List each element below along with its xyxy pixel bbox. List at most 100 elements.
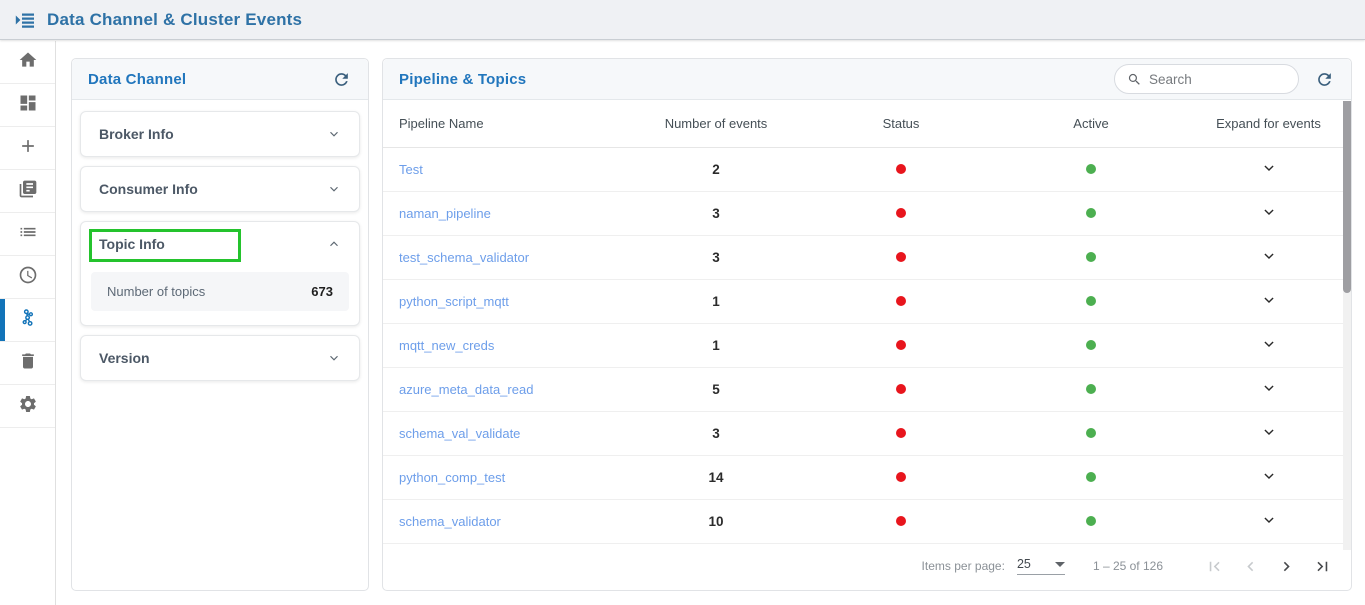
active-dot-green [1086, 428, 1096, 438]
expand-row-button[interactable] [1260, 203, 1278, 221]
column-header-active: Active [996, 116, 1186, 131]
search-area [1114, 64, 1335, 94]
expand-cell [1186, 291, 1351, 312]
status-dot-red [896, 164, 906, 174]
pipeline-name-link[interactable]: azure_meta_data_read [383, 382, 626, 397]
expand-row-button[interactable] [1260, 335, 1278, 353]
menu-indent-icon[interactable] [13, 8, 37, 32]
pipeline-name-link[interactable]: Test [383, 162, 626, 177]
events-count: 3 [626, 206, 806, 221]
chevron-down-icon [1262, 469, 1276, 483]
accordion-topic-info: Topic Info Number of topics 673 [80, 221, 360, 326]
chevron-down-icon [1262, 205, 1276, 219]
pipeline-name-link[interactable]: python_comp_test [383, 470, 626, 485]
library-icon [18, 179, 38, 204]
accordion-body-topic-info: Number of topics 673 [81, 266, 359, 325]
search-input[interactable] [1149, 72, 1286, 87]
chevron-left-icon [1241, 557, 1260, 576]
expand-row-button[interactable] [1260, 291, 1278, 309]
status-dot-red [896, 516, 906, 526]
active-dot-green [1086, 472, 1096, 482]
sidebar-item-history[interactable] [0, 256, 55, 299]
active-cell [996, 161, 1186, 179]
previous-page-button[interactable] [1235, 551, 1265, 581]
active-cell [996, 293, 1186, 311]
last-page-button[interactable] [1307, 551, 1337, 581]
accordion-list: Broker Info Consumer Info Topic Info [72, 100, 368, 381]
status-cell [806, 205, 996, 223]
column-header-expand: Expand for events [1186, 116, 1351, 131]
pipeline-name-link[interactable]: mqtt_new_creds [383, 338, 626, 353]
table-row: python_comp_test 14 [383, 456, 1351, 500]
expand-row-button[interactable] [1260, 423, 1278, 441]
status-cell [806, 293, 996, 311]
pipeline-panel-title: Pipeline & Topics [399, 71, 526, 88]
expand-row-button[interactable] [1260, 379, 1278, 397]
sidebar-item-home[interactable] [0, 41, 55, 84]
expand-cell [1186, 203, 1351, 224]
sidebar-item-settings[interactable] [0, 385, 55, 428]
refresh-icon[interactable] [1313, 68, 1335, 90]
pipeline-name-link[interactable]: schema_val_validate [383, 426, 626, 441]
table-row: azure_meta_data_read 5 [383, 368, 1351, 412]
active-cell [996, 425, 1186, 443]
search-icon [1127, 72, 1142, 87]
page-title: Data Channel & Cluster Events [47, 10, 302, 30]
next-page-button[interactable] [1271, 551, 1301, 581]
chevron-down-icon [327, 182, 341, 196]
active-cell [996, 513, 1186, 531]
sidebar-item-data-channel[interactable] [0, 299, 55, 342]
icon-rail [0, 41, 56, 605]
status-dot-red [896, 472, 906, 482]
scrollbar-thumb[interactable] [1343, 101, 1351, 293]
expand-cell [1186, 159, 1351, 180]
accordion-label: Consumer Info [99, 181, 198, 197]
expand-row-button[interactable] [1260, 511, 1278, 529]
column-header-status: Status [806, 116, 996, 131]
sidebar-item-add[interactable] [0, 127, 55, 170]
sidebar-item-dashboard[interactable] [0, 84, 55, 127]
sidebar-item-library[interactable] [0, 170, 55, 213]
search-box[interactable] [1114, 64, 1299, 94]
refresh-icon[interactable] [330, 68, 352, 90]
pipeline-name-link[interactable]: naman_pipeline [383, 206, 626, 221]
accordion-header-version[interactable]: Version [81, 336, 359, 380]
items-per-page-value: 25 [1017, 557, 1031, 571]
active-dot-green [1086, 296, 1096, 306]
events-count: 14 [626, 470, 806, 485]
expand-row-button[interactable] [1260, 247, 1278, 265]
expand-row-button[interactable] [1260, 159, 1278, 177]
accordion-broker-info: Broker Info [80, 111, 360, 157]
home-icon [18, 50, 38, 75]
first-page-button[interactable] [1199, 551, 1229, 581]
settings-icon [18, 394, 38, 419]
active-dot-green [1086, 252, 1096, 262]
table-row: python_script_mqtt 1 [383, 280, 1351, 324]
expand-cell [1186, 379, 1351, 400]
sidebar-item-delete[interactable] [0, 342, 55, 385]
pipeline-name-link[interactable]: test_schema_validator [383, 250, 626, 265]
pipeline-name-link[interactable]: schema_validator [383, 514, 626, 529]
items-per-page-select[interactable]: 25 [1017, 557, 1065, 575]
pipeline-panel-header: Pipeline & Topics [383, 59, 1351, 100]
accordion-header-consumer-info[interactable]: Consumer Info [81, 167, 359, 211]
caret-down-icon [1055, 562, 1065, 567]
sidebar-item-list[interactable] [0, 213, 55, 256]
status-dot-red [896, 340, 906, 350]
chevron-down-icon [1262, 161, 1276, 175]
column-header-pipeline-name: Pipeline Name [383, 116, 626, 131]
events-count: 5 [626, 382, 806, 397]
expand-row-button[interactable] [1260, 467, 1278, 485]
table-row: schema_val_validate 3 [383, 412, 1351, 456]
chevron-down-icon [1262, 425, 1276, 439]
accordion-label: Version [99, 350, 150, 366]
chevron-down-icon [1262, 337, 1276, 351]
paginator: Items per page: 25 1 – 25 of 126 [383, 544, 1351, 588]
accordion-header-broker-info[interactable]: Broker Info [81, 112, 359, 156]
pipeline-name-link[interactable]: python_script_mqtt [383, 294, 626, 309]
accordion-header-topic-info[interactable]: Topic Info [81, 222, 359, 266]
active-cell [996, 469, 1186, 487]
status-dot-red [896, 428, 906, 438]
hub-icon [18, 308, 38, 333]
status-cell [806, 513, 996, 531]
